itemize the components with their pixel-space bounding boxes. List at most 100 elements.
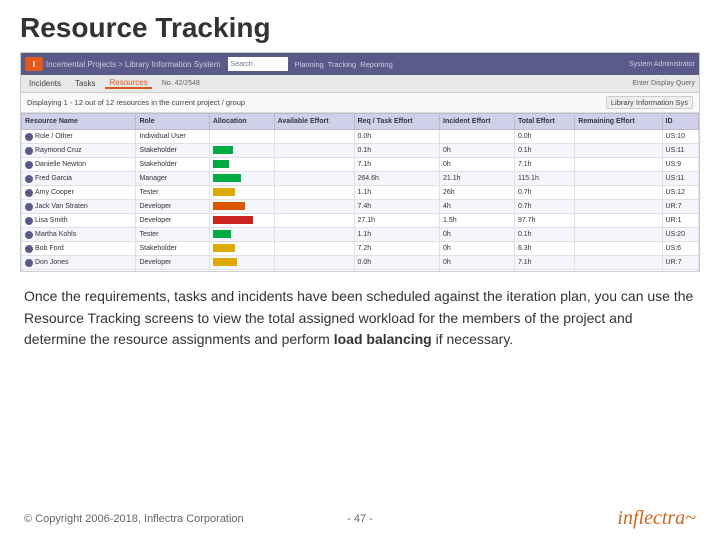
cell-req-task-effort: 7.1h: [354, 158, 440, 172]
cell-role: Tester: [136, 186, 209, 200]
cell-role: Developer: [136, 256, 209, 270]
cell-role: Tester: [136, 228, 209, 242]
cell-allocation: [209, 130, 274, 144]
table-body: Role / OtherIndividual User 0.0h 0.0h US:10…: [22, 130, 699, 272]
cell-id: US:12: [662, 186, 698, 200]
cell-req-task-effort: 27.1h: [354, 214, 440, 228]
cell-available-effort: [274, 130, 354, 144]
cell-req-task-effort: 264.6h: [354, 172, 440, 186]
cell-resource-name: Martha Kohls: [22, 228, 136, 242]
footer-copyright: © Copyright 2006-2018, Inflectra Corpora…: [24, 513, 244, 525]
cell-remaining-effort: [575, 186, 662, 200]
table-row: Bob FordStakeholder7.2h0h6.3hUS:6: [22, 242, 699, 256]
resource-table: Resource Name Role Allocation Available …: [21, 113, 699, 271]
table-header-row: Resource Name Role Allocation Available …: [22, 114, 699, 130]
cell-remaining-effort: [575, 228, 662, 242]
cell-id: US:11: [662, 144, 698, 158]
table-row: Martha KohlsTester1.1h0h0.1hUS:20: [22, 228, 699, 242]
nav-tracking[interactable]: Tracking: [328, 60, 356, 69]
cell-allocation: [209, 256, 274, 270]
nav-right-user: System Administrator: [629, 61, 695, 68]
nav-search-input[interactable]: [228, 57, 288, 71]
col-req-task-effort: Req / Task Effort: [354, 114, 440, 130]
cell-total-effort: 0.7h: [514, 200, 574, 214]
cell-incident-effort: 0h: [440, 158, 515, 172]
cell-role: Individual User: [136, 130, 209, 144]
cell-id: US:9: [662, 158, 698, 172]
cell-total-effort: 7.1h: [514, 158, 574, 172]
cell-incident-effort: 0h: [440, 256, 515, 270]
cell-remaining-effort: [575, 200, 662, 214]
cell-id: US:20: [662, 228, 698, 242]
filter-bar: Displaying 1 - 12 out of 12 resources in…: [21, 93, 699, 113]
cell-role: Stakeholder: [136, 242, 209, 256]
cell-available-effort: [274, 158, 354, 172]
cell-available-effort: [274, 200, 354, 214]
col-id: ID: [662, 114, 698, 130]
cell-resource-name: Role / Other: [22, 130, 136, 144]
sub-nav-tasks[interactable]: Tasks: [71, 79, 99, 88]
footer: © Copyright 2006-2018, Inflectra Corpora…: [0, 507, 720, 530]
description-text: Once the requirements, tasks and inciden…: [24, 286, 696, 351]
cell-available-effort: [274, 228, 354, 242]
sub-nav-resources[interactable]: Resources: [105, 78, 151, 89]
cell-available-effort: [274, 214, 354, 228]
cell-req-task-effort: 0.0h: [354, 130, 440, 144]
cell-resource-name: Don Jones: [22, 256, 136, 270]
cell-id: US:7: [662, 270, 698, 272]
cell-id: UR:7: [662, 200, 698, 214]
cell-total-effort: 0.1h: [514, 228, 574, 242]
col-resource-name: Resource Name: [22, 114, 136, 130]
cell-total-effort: 0.0h: [514, 130, 574, 144]
cell-id: US:10: [662, 130, 698, 144]
cell-allocation: [209, 214, 274, 228]
table-row: Amy CooperTester1.1h26h0.7hUS:12: [22, 186, 699, 200]
cell-id: US:6: [662, 242, 698, 256]
cell-remaining-effort: [575, 158, 662, 172]
cell-req-task-effort: 0.0h: [354, 256, 440, 270]
cell-resource-name: Fred Garcia: [22, 172, 136, 186]
table-row: Don JonesDeveloper0.0h0h7.1hUR:7: [22, 256, 699, 270]
col-total-effort: Total Effort: [514, 114, 574, 130]
nav-menu: Planning Tracking Reporting: [295, 60, 393, 69]
sub-nav-date: No. 42/2548: [162, 80, 200, 87]
cell-total-effort: 0.0h: [514, 270, 574, 272]
cell-incident-effort: 4h: [440, 200, 515, 214]
cell-allocation: [209, 270, 274, 272]
cell-allocation: [209, 228, 274, 242]
nav-reporting[interactable]: Reporting: [360, 60, 393, 69]
footer-page: - 47 -: [347, 513, 373, 525]
cell-allocation: [209, 144, 274, 158]
cell-available-effort: [274, 172, 354, 186]
col-allocation: Allocation: [209, 114, 274, 130]
cell-remaining-effort: [575, 130, 662, 144]
cell-req-task-effort: 1.1h: [354, 228, 440, 242]
cell-role: Stakeholder: [136, 144, 209, 158]
cell-remaining-effort: [575, 270, 662, 272]
cell-resource-name: Danielle Newton: [22, 158, 136, 172]
cell-available-effort: [274, 242, 354, 256]
cell-available-effort: [274, 144, 354, 158]
cell-resource-name: Amy Cooper: [22, 186, 136, 200]
cell-req-task-effort: 0.0h: [354, 270, 440, 272]
cell-req-task-effort: 0.1h: [354, 144, 440, 158]
cell-id: US:11: [662, 172, 698, 186]
cell-total-effort: 115.1h: [514, 172, 574, 186]
cell-allocation: [209, 172, 274, 186]
description-area: Once the requirements, tasks and inciden…: [0, 272, 720, 361]
table-row: Fred GarciaManager264.6h21.1h115.1hUS:11: [22, 172, 699, 186]
filter-text: Displaying 1 - 12 out of 12 resources in…: [27, 98, 245, 107]
cell-incident-effort: [440, 130, 515, 144]
cell-incident-effort: 1.5h: [440, 214, 515, 228]
cell-incident-effort: 0h: [440, 144, 515, 158]
screenshot-area: I Incemental Projects > Library Informat…: [20, 52, 700, 272]
col-remaining-effort: Remaining Effort: [575, 114, 662, 130]
nav-planning[interactable]: Planning: [295, 60, 324, 69]
sub-nav-incidents[interactable]: Incidents: [25, 79, 65, 88]
nav-bar: I Incemental Projects > Library Informat…: [21, 53, 699, 75]
cell-allocation: [209, 158, 274, 172]
cell-resource-name: Jack Van Straten: [22, 200, 136, 214]
cell-incident-effort: 0h: [440, 270, 515, 272]
cell-resource-name: Lisa Smith: [22, 214, 136, 228]
cell-incident-effort: 0h: [440, 242, 515, 256]
